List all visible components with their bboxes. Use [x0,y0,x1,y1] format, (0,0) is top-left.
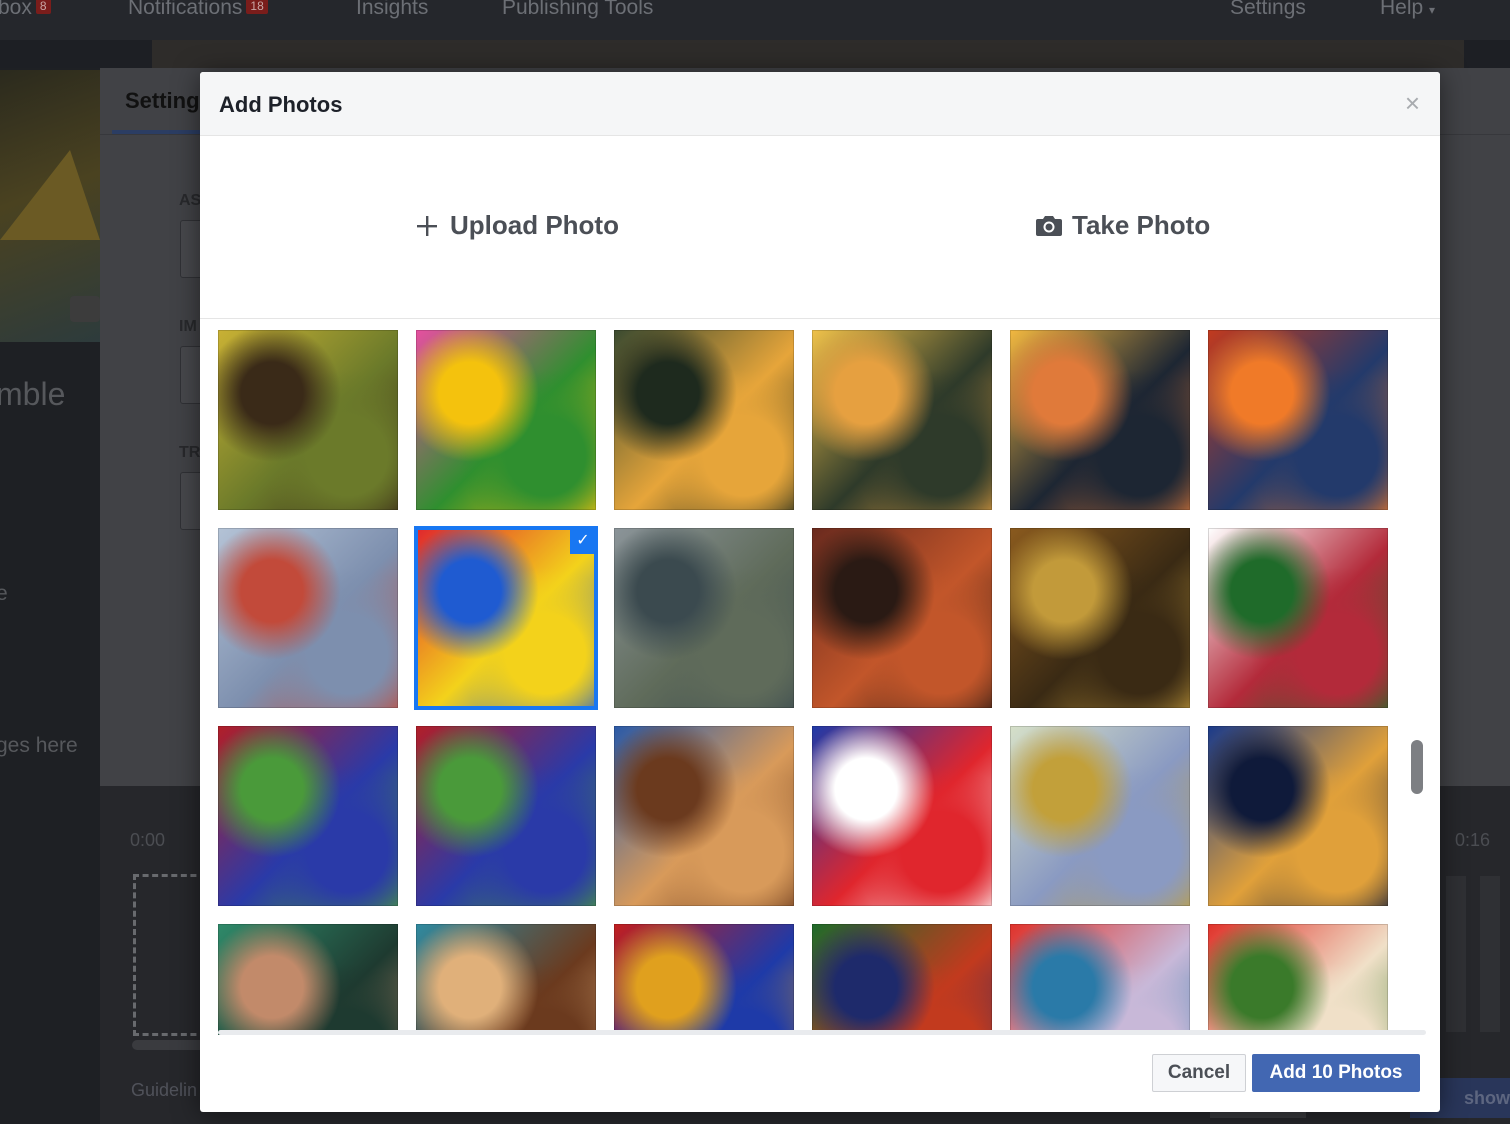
upload-photo-label: Upload Photo [450,210,619,240]
page-profile-image [0,70,100,342]
timeline-start-time: 0:00 [130,830,166,850]
nav-help[interactable]: Help ▾ [1380,0,1435,20]
field-label: TR [179,444,201,461]
close-icon[interactable]: × [1405,90,1420,116]
photo-thumbnail[interactable] [1010,528,1190,708]
nav-notifications-count: 18 [246,0,268,14]
plus-icon [412,211,442,241]
photo-thumbnail[interactable] [812,528,992,708]
photo-thumbnail[interactable] [1010,726,1190,906]
photo-thumbnail[interactable] [812,330,992,510]
photo-thumbnail[interactable] [218,924,398,1035]
photo-thumbnail[interactable] [1208,726,1388,906]
house-roof-shape [0,150,100,240]
nav-settings[interactable]: Settings [1230,0,1306,20]
page-name-fragment: mble [0,376,66,412]
photo-thumbnail[interactable] [416,330,596,510]
dialog-title: Add Photos [219,92,343,117]
take-photo-label: Take Photo [1072,210,1211,240]
nav-publishing-tools[interactable]: Publishing Tools [502,0,653,20]
tab-settings[interactable]: Setting [125,88,200,114]
photo-thumbnail[interactable] [218,330,398,510]
photo-thumbnail[interactable] [218,528,398,708]
photo-thumbnail[interactable] [812,726,992,906]
nav-inbox-label: box [0,0,32,19]
timeline-slot [1480,876,1500,1032]
nav-inbox-count: 8 [35,0,51,14]
left-text-fragment-2: ges here [0,734,78,757]
guidelines-link[interactable]: Guidelin [131,1080,197,1101]
photo-grid-horizontal-scrollbar[interactable] [218,1030,1426,1035]
take-photo-button[interactable]: Take Photo [1034,210,1210,241]
photo-thumbnail[interactable] [1208,528,1388,708]
nav-insights[interactable]: Insights [356,0,428,20]
photo-thumbnail[interactable] [614,528,794,708]
photo-thumbnail[interactable]: ✓ [414,526,598,710]
add-photos-dialog: Add Photos × Upload Photo Take Photo ✓ C… [200,72,1440,1112]
camera-icon [1034,211,1064,241]
nav-help-label: Help [1380,0,1424,19]
camera-icon[interactable] [70,296,100,322]
timeline-slot [1446,876,1466,1032]
field-label: IM [179,318,197,335]
timeline-end-time: 0:16 [1454,830,1490,850]
photo-thumbnail[interactable] [416,924,596,1035]
dialog-footer: Cancel Add 10 Photos [200,1036,1440,1112]
photo-thumbnail[interactable] [1010,330,1190,510]
nav-notifications[interactable]: Notifications 18 [128,0,268,20]
photo-source-actions: Upload Photo Take Photo [200,136,1440,319]
left-text-fragment: e [0,582,8,605]
photo-thumbnail[interactable] [614,726,794,906]
photo-grid-scrollbar[interactable] [1411,740,1423,794]
nav-inbox[interactable]: box 8 [0,0,51,20]
photo-thumbnail[interactable] [812,924,992,1035]
caret-down-icon: ▾ [1429,3,1436,17]
photo-thumbnail[interactable] [614,924,794,1035]
add-photos-button[interactable]: Add 10 Photos [1252,1054,1420,1092]
dialog-header: Add Photos × [200,72,1440,136]
photo-thumbnail[interactable] [218,726,398,906]
photo-thumbnail[interactable] [1208,330,1388,510]
photo-thumbnail[interactable] [1208,924,1388,1035]
photo-thumbnail[interactable] [1010,924,1190,1035]
photo-thumbnail[interactable] [416,726,596,906]
field-label: AS [179,192,202,209]
nav-notifications-label: Notifications [128,0,243,19]
cancel-button[interactable]: Cancel [1152,1054,1246,1092]
photo-thumbnail[interactable] [614,330,794,510]
checkmark-icon: ✓ [570,528,596,554]
upload-photo-button[interactable]: Upload Photo [412,210,619,241]
photo-grid: ✓ [200,319,1440,1035]
top-navigation: box 8 Notifications 18 Insights Publishing… [0,0,1510,40]
cover-photo [152,40,1464,68]
add-image-dropzone[interactable] [133,874,206,1036]
